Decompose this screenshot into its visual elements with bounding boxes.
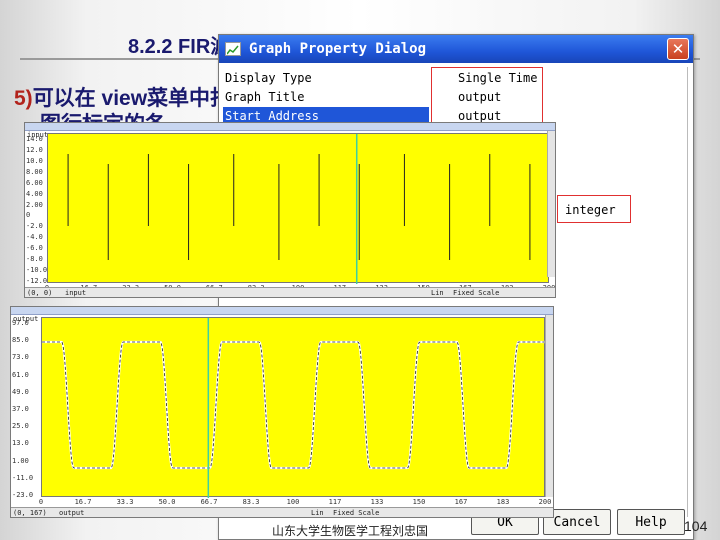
y-tick-label: 1.00 (12, 456, 29, 465)
y-tick-label: 49.0 (12, 387, 29, 396)
y-tick-label: -6.0 (26, 244, 43, 253)
scale-mode: Lin (431, 289, 444, 297)
y-tick-label: 0 (26, 211, 31, 220)
x-tick-label: 16.7 (74, 498, 92, 506)
x-tick-label: 0 (38, 498, 44, 506)
y-tick-label: 6.00 (26, 178, 43, 187)
y-tick-label: 97.0 (12, 319, 29, 327)
input-plot-area[interactable] (47, 133, 549, 284)
graph-window-titlebar[interactable] (25, 123, 555, 131)
status-label: output (59, 509, 85, 517)
x-tick-label: 66.7 (200, 498, 218, 506)
dialog-titlebar[interactable]: Graph Property Dialog (219, 35, 693, 63)
cursor-position: (0, 167) (13, 509, 47, 517)
status-label: input (65, 289, 87, 297)
x-tick-label: 167 (454, 498, 468, 506)
output-graph-window: output 97.0 85.0 73.0 61.0 49.0 37.0 25.0 13.0 1… (10, 306, 554, 518)
x-tick-label: 83.3 (242, 498, 260, 506)
help-button[interactable]: Help (617, 509, 685, 535)
y-tick-label: -4.0 (26, 233, 43, 242)
prop-name: Graph Title (225, 90, 305, 104)
prop-name: Display Type (225, 71, 312, 85)
cursor-position: (0, 0) (27, 289, 53, 297)
x-tick-label: 33.3 (116, 498, 134, 506)
bullet-number: 5) (14, 87, 33, 110)
vertical-scrollbar[interactable] (545, 315, 553, 497)
scale-type: Fixed Scale (333, 509, 380, 517)
x-tick-label: 200 (538, 498, 552, 506)
input-graph-window: input 14.0 12.0 10.0 8.00 6.00 4.00 2.00 0 -2.0 -… (24, 122, 556, 298)
scale-mode: Lin (311, 509, 324, 517)
output-plot-area[interactable] (41, 317, 546, 498)
x-tick-label: 100 (286, 498, 300, 506)
y-tick-label: 10.0 (26, 156, 43, 165)
close-button[interactable]: ✕ (667, 38, 689, 60)
footer-credit: 山东大学生物医学工程刘忠国 (272, 524, 429, 538)
y-tick-label: -8.0 (26, 255, 43, 264)
graph-icon (225, 42, 241, 56)
y-tick-label: 12.0 (26, 145, 43, 154)
dialog-scrollbar[interactable] (687, 67, 691, 517)
dialog-title: Graph Property Dialog (249, 41, 427, 57)
y-tick-label: -11.0 (12, 473, 34, 482)
scale-type: Fixed Scale (453, 289, 500, 297)
x-tick-label: 117 (328, 498, 342, 506)
output-waveform-halo (42, 340, 546, 470)
y-tick-label: 73.0 (12, 353, 29, 362)
data-type-value[interactable]: integer (565, 203, 616, 217)
input-waveform (67, 134, 531, 284)
x-tick-label: 133 (370, 498, 384, 506)
y-tick-label: 61.0 (12, 370, 29, 379)
page-number: 104 (684, 518, 708, 534)
y-tick-label: 25.0 (12, 422, 29, 431)
x-tick-label: 183 (496, 498, 510, 506)
y-tick-label: 85.0 (12, 336, 29, 345)
close-icon: ✕ (671, 40, 685, 58)
graph-status-bar: (0, 167) output Lin Fixed Scale (11, 507, 553, 517)
x-tick-label: 50.0 (158, 498, 176, 506)
y-tick-label: 13.0 (12, 439, 29, 448)
y-tick-label: 37.0 (12, 405, 29, 413)
y-tick-label: 4.00 (26, 189, 43, 198)
y-tick-label: -10.0 (26, 266, 48, 275)
x-tick-label: 150 (412, 498, 426, 506)
y-tick-label: -2.0 (26, 222, 43, 231)
output-waveform (42, 318, 546, 498)
y-tick-label: 8.00 (26, 167, 43, 176)
graph-status-bar: (0, 0) input Lin Fixed Scale (25, 287, 555, 297)
graph-window-titlebar[interactable] (11, 307, 553, 315)
y-tick-label: 2.00 (26, 200, 43, 209)
y-tick-label: -23.0 (12, 491, 34, 499)
vertical-scrollbar[interactable] (547, 131, 555, 277)
y-tick-label: 14.0 (26, 135, 43, 143)
